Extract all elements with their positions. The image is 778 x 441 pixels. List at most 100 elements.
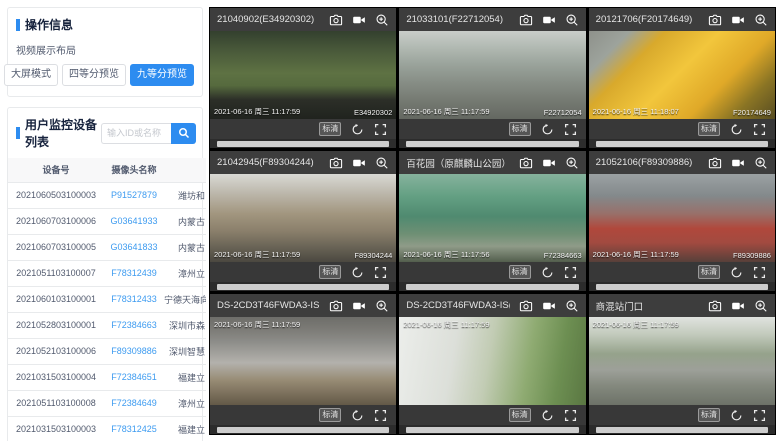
video-frame[interactable]: 2021-06-16 周三 11:17:59 [589,317,775,405]
snapshot-camera-icon[interactable] [329,13,343,27]
scrollbar-thumb[interactable] [596,141,768,147]
fullscreen-icon[interactable] [753,409,766,422]
snapshot-camera-icon[interactable] [329,299,343,313]
quality-selector[interactable]: 标清 [509,408,531,422]
zoom-in-icon[interactable] [754,299,768,313]
video-horizontal-scrollbar[interactable] [589,139,775,148]
record-video-icon[interactable] [542,156,556,170]
video-horizontal-scrollbar[interactable] [399,139,585,148]
camera-code-link[interactable]: G03641833 [104,234,164,260]
replay-icon[interactable] [351,409,364,422]
scrollbar-thumb[interactable] [217,427,389,433]
video-horizontal-scrollbar[interactable] [589,425,775,434]
table-row[interactable]: 2021060503100003 P91527879 潍坊和 [8,182,206,208]
camera-code-link[interactable]: F72384663 [104,312,164,338]
video-frame[interactable]: 2021-06-16 周三 11:17:56 F72384663 [399,174,585,262]
zoom-in-icon[interactable] [754,156,768,170]
zoom-in-icon[interactable] [565,299,579,313]
video-frame[interactable]: 2021-06-16 周三 11:17:59 [399,317,585,405]
snapshot-camera-icon[interactable] [329,156,343,170]
scrollbar-thumb[interactable] [217,284,389,290]
fullscreen-icon[interactable] [753,123,766,136]
video-frame[interactable]: 2021-06-16 周三 11:17:59 F89304244 [210,174,396,262]
camera-code-link[interactable]: F78312425 [104,416,164,441]
scrollbar-thumb[interactable] [596,284,768,290]
record-video-icon[interactable] [542,299,556,313]
zoom-in-icon[interactable] [565,156,579,170]
replay-icon[interactable] [541,123,554,136]
camera-code-link[interactable]: F78312439 [104,260,164,286]
quality-selector[interactable]: 标清 [698,122,720,136]
table-row[interactable]: 2021051103100008 F72384649 漳州立 [8,390,206,416]
record-video-icon[interactable] [731,299,745,313]
replay-icon[interactable] [730,266,743,279]
table-row[interactable]: 2021060703100006 G03641933 内蒙古 [8,208,206,234]
snapshot-camera-icon[interactable] [708,299,722,313]
record-video-icon[interactable] [731,156,745,170]
scrollbar-thumb[interactable] [406,141,578,147]
scrollbar-thumb[interactable] [217,141,389,147]
snapshot-camera-icon[interactable] [519,299,533,313]
video-frame[interactable]: 2021-06-16 周三 11:17:59 [210,317,396,405]
replay-icon[interactable] [351,266,364,279]
table-row[interactable]: 2021052803100001 F72384663 深圳市森 [8,312,206,338]
quality-selector[interactable]: 标清 [509,122,531,136]
record-video-icon[interactable] [731,13,745,27]
video-horizontal-scrollbar[interactable] [210,139,396,148]
video-horizontal-scrollbar[interactable] [589,282,775,291]
fullscreen-icon[interactable] [374,123,387,136]
fullscreen-icon[interactable] [753,266,766,279]
replay-icon[interactable] [351,123,364,136]
quality-selector[interactable]: 标清 [509,265,531,279]
table-row[interactable]: 2021052103100006 F89309886 深圳智慧 [8,338,206,364]
table-row[interactable]: 2021031503100003 F78312425 福建立 [8,416,206,441]
snapshot-camera-icon[interactable] [708,13,722,27]
replay-icon[interactable] [541,409,554,422]
replay-icon[interactable] [541,266,554,279]
zoom-in-icon[interactable] [375,156,389,170]
camera-code-link[interactable]: F89309886 [104,338,164,364]
video-horizontal-scrollbar[interactable] [210,282,396,291]
fullscreen-icon[interactable] [564,123,577,136]
layout-button-fullscreen[interactable]: 大屏模式 [4,64,58,86]
search-button[interactable] [171,123,196,144]
camera-code-link[interactable]: F72384651 [104,364,164,390]
table-row[interactable]: 2021060103100001 F78312433 宁德天海向 [8,286,206,312]
record-video-icon[interactable] [542,13,556,27]
quality-selector[interactable]: 标清 [698,408,720,422]
record-video-icon[interactable] [352,156,366,170]
camera-code-link[interactable]: G03641933 [104,208,164,234]
video-frame[interactable]: 2021-06-16 周三 11:18:07 F20174649 [589,31,775,119]
quality-selector[interactable]: 标清 [319,265,341,279]
camera-code-link[interactable]: F72384649 [104,390,164,416]
quality-selector[interactable]: 标清 [698,265,720,279]
snapshot-camera-icon[interactable] [519,156,533,170]
fullscreen-icon[interactable] [564,266,577,279]
video-horizontal-scrollbar[interactable] [399,282,585,291]
table-row[interactable]: 2021060703100005 G03641833 内蒙古 [8,234,206,260]
fullscreen-icon[interactable] [374,409,387,422]
video-horizontal-scrollbar[interactable] [210,425,396,434]
scrollbar-thumb[interactable] [406,427,578,433]
replay-icon[interactable] [730,409,743,422]
layout-button-quad[interactable]: 四等分预览 [62,64,126,86]
quality-selector[interactable]: 标清 [319,122,341,136]
camera-code-link[interactable]: P91527879 [104,182,164,208]
zoom-in-icon[interactable] [375,13,389,27]
scrollbar-thumb[interactable] [596,427,768,433]
table-row[interactable]: 2021031503100004 F72384651 福建立 [8,364,206,390]
layout-button-nine[interactable]: 九等分预览 [130,64,194,86]
zoom-in-icon[interactable] [375,299,389,313]
snapshot-camera-icon[interactable] [708,156,722,170]
camera-code-link[interactable]: F78312433 [104,286,164,312]
video-frame[interactable]: 2021-06-16 周三 11:17:59 E34920302 [210,31,396,119]
video-frame[interactable]: 2021-06-16 周三 11:17:59 F89309886 [589,174,775,262]
fullscreen-icon[interactable] [564,409,577,422]
video-frame[interactable]: 2021-06-16 周三 11:17:59 F22712054 [399,31,585,119]
zoom-in-icon[interactable] [754,13,768,27]
replay-icon[interactable] [730,123,743,136]
fullscreen-icon[interactable] [374,266,387,279]
snapshot-camera-icon[interactable] [519,13,533,27]
zoom-in-icon[interactable] [565,13,579,27]
record-video-icon[interactable] [352,299,366,313]
